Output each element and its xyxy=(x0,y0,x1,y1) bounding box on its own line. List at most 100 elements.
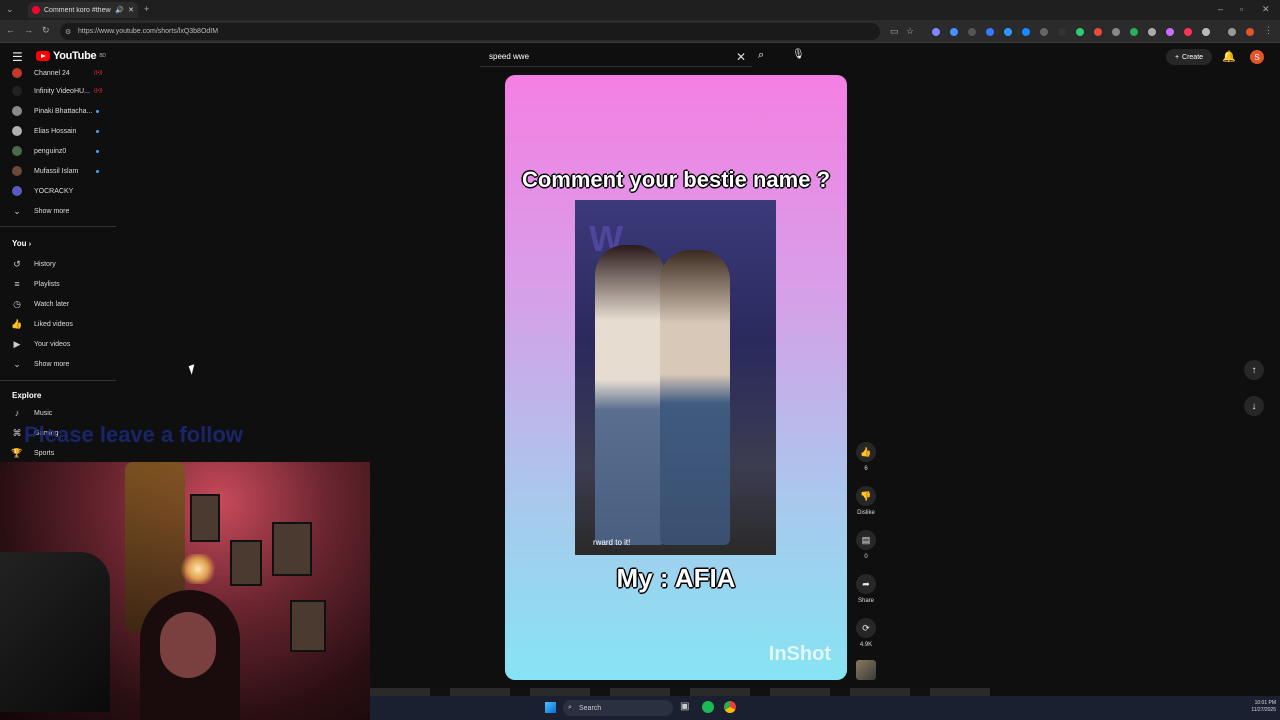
speaker-icon: 🔊 xyxy=(115,7,125,14)
sidebar-subscription-item[interactable]: YOCRACKY xyxy=(0,182,116,200)
channel-name: penguinz0 xyxy=(34,147,67,155)
channel-name: Pinaki Bhattacha... xyxy=(34,107,93,115)
chrome-icon[interactable] xyxy=(724,701,736,713)
account-avatar[interactable]: S xyxy=(1250,50,1264,64)
hamburger-menu-icon[interactable]: ☰ xyxy=(12,50,23,64)
extension-icon[interactable] xyxy=(932,28,940,36)
you-section-header[interactable]: You › xyxy=(12,239,31,248)
sidebar-subscription-item[interactable]: Mufassil Islam xyxy=(0,162,116,180)
extensions-puzzle-icon[interactable] xyxy=(1202,28,1210,36)
sidebar-item-history[interactable]: ↺ History xyxy=(0,255,116,273)
clear-search-icon[interactable]: ✕ xyxy=(736,50,746,64)
search-icon[interactable]: ⌕ xyxy=(758,49,764,62)
trophy-icon: 🏆 xyxy=(11,447,23,458)
stream-overlay-text: Please leave a follow xyxy=(24,422,243,447)
channel-avatar xyxy=(12,186,22,196)
fairy-lights xyxy=(178,554,218,584)
notifications-bell-icon[interactable]: 🔔 xyxy=(1222,50,1236,63)
sidebar-subscription-item[interactable]: Elias Hossain xyxy=(0,122,116,140)
youtube-logo[interactable]: YouTube BD xyxy=(36,50,106,62)
sidebar-item-label: Music xyxy=(34,409,53,417)
extension-icon[interactable] xyxy=(950,28,958,36)
remix-button[interactable]: ⟳ 4.9K xyxy=(852,618,880,648)
youtube-favicon-icon xyxy=(32,6,40,14)
browser-tab-active[interactable]: Comment koro #theweekn 🔊 ✕ xyxy=(28,2,138,18)
channel-name: Channel 24 xyxy=(34,69,70,77)
cast-icon[interactable]: ▭ xyxy=(890,26,899,37)
forward-icon[interactable]: → xyxy=(24,25,33,35)
extension-icon[interactable] xyxy=(1058,28,1066,36)
extension-icon[interactable] xyxy=(1022,28,1030,36)
close-window-icon[interactable]: ✕ xyxy=(1262,4,1270,15)
address-bar[interactable]: ⚙ https://www.youtube.com/shorts/lxQ3b8O… xyxy=(60,23,880,40)
short-caption-bottom: My : AFIA xyxy=(616,563,736,593)
channel-avatar xyxy=(12,146,22,156)
dislike-label: Dislike xyxy=(857,510,875,516)
new-tab-icon[interactable]: + xyxy=(144,4,149,14)
logo-text: YouTube xyxy=(53,50,97,62)
next-short-button[interactable]: ↓ xyxy=(1244,396,1264,416)
like-button[interactable]: 👍 6 xyxy=(852,442,880,472)
shorts-player[interactable]: Comment your bestie name ? W rward to it… xyxy=(505,75,847,680)
task-view-icon[interactable]: ▣ xyxy=(680,701,689,712)
extension-icon[interactable] xyxy=(1076,28,1084,36)
extension-icon[interactable] xyxy=(1166,28,1174,36)
maximize-icon[interactable]: ▫ xyxy=(1240,4,1243,14)
sidebar-subscription-item[interactable]: Pinaki Bhattacha... xyxy=(0,102,116,120)
extension-icon[interactable] xyxy=(986,28,994,36)
back-icon[interactable]: ← xyxy=(6,25,15,35)
sidebar-item-watch-later[interactable]: ◷ Watch later xyxy=(0,295,116,313)
windows-start-icon[interactable] xyxy=(545,702,556,713)
bookmark-star-icon[interactable]: ☆ xyxy=(906,26,914,37)
system-clock[interactable]: 10:01 PM 11/27/2025 xyxy=(1230,700,1276,714)
mouse-cursor xyxy=(188,364,198,375)
extension-icon[interactable] xyxy=(1184,28,1192,36)
search-input[interactable]: speed wwe xyxy=(480,47,752,67)
taskbar-search[interactable]: ⌕ Search xyxy=(563,700,673,716)
sidebar-subscription-item[interactable]: Channel 24 ((•)) xyxy=(0,64,116,82)
history-icon: ↺ xyxy=(13,258,21,269)
extension-icon[interactable] xyxy=(1148,28,1156,36)
comments-button[interactable]: ▤ 0 xyxy=(852,530,880,560)
close-tab-icon[interactable]: ✕ xyxy=(128,6,134,14)
extension-icon[interactable] xyxy=(968,28,976,36)
show-more-you[interactable]: ⌄ Show more xyxy=(0,355,116,373)
extension-icon[interactable] xyxy=(1094,28,1102,36)
thumbs-up-icon: 👍 xyxy=(856,442,876,462)
sidebar-item-music[interactable]: ♪ Music xyxy=(0,404,116,422)
spotify-icon[interactable] xyxy=(702,701,714,713)
sidebar-item-label: Watch later xyxy=(34,300,70,308)
channel-avatar xyxy=(12,126,22,136)
previous-short-button[interactable]: ↑ xyxy=(1244,360,1264,380)
sidepanel-icon[interactable] xyxy=(1228,28,1236,36)
sidebar: Channel 24 ((•)) Infinity VideoHU... ((•… xyxy=(0,64,116,462)
extension-icon[interactable] xyxy=(1112,28,1120,36)
dislike-button[interactable]: 👎 Dislike xyxy=(852,486,880,516)
sidebar-subscription-item[interactable]: penguinz0 xyxy=(0,142,116,160)
extension-icon[interactable] xyxy=(1130,28,1138,36)
profile-icon[interactable] xyxy=(1246,28,1254,36)
browser-menu-icon[interactable]: ⋮ xyxy=(1264,25,1273,36)
sidebar-item-liked-videos[interactable]: 👍 Liked videos xyxy=(0,315,116,333)
channel-name: Elias Hossain xyxy=(34,127,77,135)
channel-name: YOCRACKY xyxy=(34,187,74,195)
new-content-dot xyxy=(96,110,99,113)
sound-thumbnail[interactable] xyxy=(856,660,876,680)
share-button[interactable]: ➦ Share xyxy=(852,574,880,604)
create-button[interactable]: + Create xyxy=(1166,49,1212,65)
extension-icon[interactable] xyxy=(1040,28,1048,36)
microphone-icon[interactable]: 🎙 xyxy=(792,49,805,60)
sidebar-item-your-videos[interactable]: ▶ Your videos xyxy=(0,335,116,353)
wall-picture-frame xyxy=(290,600,326,652)
short-inner-video: W rward to it! xyxy=(575,200,776,555)
site-info-icon[interactable]: ⚙ xyxy=(65,28,71,36)
minimize-icon[interactable]: – xyxy=(1218,4,1223,14)
reload-icon[interactable]: ↻ xyxy=(42,25,50,36)
playlist-icon: ≡ xyxy=(14,279,20,289)
sidebar-item-playlists[interactable]: ≡ Playlists xyxy=(0,275,116,293)
show-more-subscriptions[interactable]: ⌄ Show more xyxy=(0,202,116,220)
tab-list-icon[interactable]: ⌄ xyxy=(6,4,14,15)
sidebar-subscription-item[interactable]: Infinity VideoHU... ((•)) xyxy=(0,82,116,100)
comment-icon: ▤ xyxy=(856,530,876,550)
extension-icon[interactable] xyxy=(1004,28,1012,36)
